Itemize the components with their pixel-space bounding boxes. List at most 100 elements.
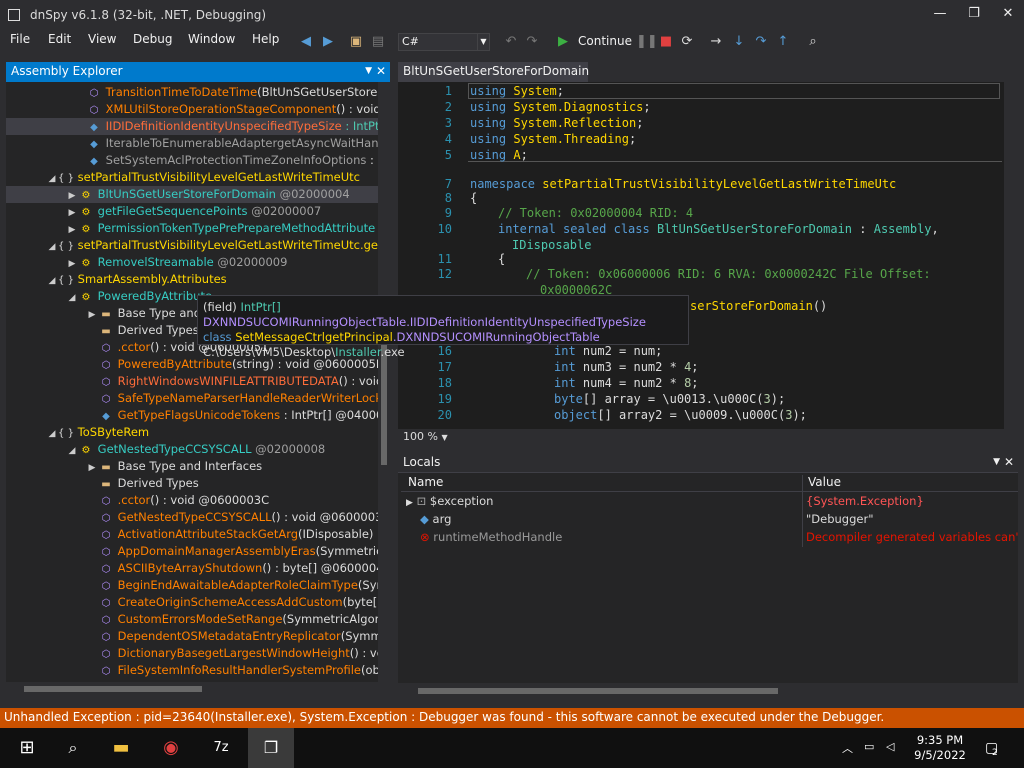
- locals-value[interactable]: {System.Exception}: [806, 492, 924, 510]
- tree-node-class[interactable]: ▶ ⚙ BltUnSGetUserStoreForDomain @02000004: [6, 186, 378, 203]
- close-panel-icon[interactable]: ✕: [1004, 453, 1014, 472]
- continue-button[interactable]: Continue: [578, 34, 632, 48]
- collapsed-arrow-icon[interactable]: ▶: [86, 307, 98, 324]
- menu-edit[interactable]: Edit: [48, 32, 71, 46]
- dropdown-icon[interactable]: ▼: [993, 453, 1000, 472]
- menu-debug[interactable]: Debug: [133, 32, 172, 46]
- forward-icon[interactable]: ▶: [320, 34, 336, 50]
- tree-node[interactable]: ◆ SetSystemAclProtectionTimeZoneInfoOpti…: [86, 152, 381, 169]
- editor-horizontal-scrollbar[interactable]: [460, 429, 1018, 443]
- tree-node-class[interactable]: ▶ ⚙ RemovelStreamable @02000009: [66, 254, 288, 271]
- search-icon[interactable]: ⌕: [50, 728, 96, 768]
- locals-value[interactable]: "Debugger": [806, 510, 874, 528]
- restart-icon[interactable]: ⟳: [679, 34, 695, 50]
- taskbar-clock[interactable]: 9:35 PM 9/5/2022: [912, 733, 968, 763]
- continue-icon[interactable]: ▶: [555, 34, 571, 50]
- language-select[interactable]: C# ▼: [398, 33, 490, 51]
- close-panel-icon[interactable]: ✕: [376, 62, 386, 81]
- tree-node-namespace[interactable]: ◢{ } ToSByteRem: [46, 424, 150, 443]
- expanded-arrow-icon[interactable]: ◢: [46, 273, 58, 290]
- line-number: 7: [444, 177, 452, 191]
- windows-start-icon[interactable]: ⊞: [4, 728, 50, 768]
- step-out-icon[interactable]: ↑: [775, 34, 791, 50]
- tree-node-selected[interactable]: ◆ IIDIDefinitionIdentityUnspecifiedTypeS…: [6, 118, 384, 135]
- search-icon[interactable]: ⌕: [805, 34, 821, 50]
- locals-value-error[interactable]: Decompiler generated variables can't be: [806, 528, 1018, 546]
- tree-node-class[interactable]: ▶ ⚙ getFileGetSequencePoints @02000007: [66, 203, 322, 220]
- chevron-up-icon[interactable]: ︿: [842, 740, 853, 756]
- expanded-arrow-icon[interactable]: ◢: [66, 443, 78, 460]
- chrome-icon[interactable]: ◉: [148, 728, 194, 768]
- tree-node[interactable]: ⬡ SafeTypeNameParserHandleReaderWriterLo…: [98, 390, 390, 407]
- tree-node-folder[interactable]: ▶ ▬ Base Type and Interfaces: [86, 458, 263, 477]
- tab-editor-document[interactable]: BltUnSGetUserStoreForDomain: [398, 62, 589, 82]
- tree-node[interactable]: ⬡ ASCIIByteArrayShutdown() : byte[] @060…: [98, 560, 390, 577]
- menu-help[interactable]: Help: [252, 32, 279, 46]
- line-number: 2: [444, 100, 452, 114]
- save-icon[interactable]: ▤: [370, 34, 386, 50]
- col-value-header[interactable]: Value: [808, 475, 841, 489]
- tree-node-class[interactable]: ▶ ⚙ PermissionTokenTypePrePrepareMethodAt…: [66, 220, 390, 237]
- tree-node[interactable]: ⬡ AppDomainManagerAssemblyEras(Symmetric…: [98, 543, 390, 560]
- open-icon[interactable]: ▣: [348, 34, 364, 50]
- tree-node[interactable]: ⬡ CustomErrorsModeSetRange(SymmetricAlgo…: [98, 611, 390, 628]
- back-icon[interactable]: ◀: [298, 34, 314, 50]
- stop-icon[interactable]: ■: [658, 34, 674, 50]
- menu-view[interactable]: View: [88, 32, 116, 46]
- expand-arrow-icon[interactable]: ▶: [406, 498, 413, 508]
- tree-node-class[interactable]: ◢ ⚙ GetNestedTypeCCSYSCALL @02000008: [66, 441, 326, 460]
- field-icon: ◆: [90, 139, 98, 150]
- tree-node[interactable]: ⬡ GetNestedTypeCCSYSCALL() : void @06000…: [98, 509, 390, 526]
- dnspy-taskbar-icon[interactable]: ❐: [248, 728, 294, 768]
- pause-icon[interactable]: ❚❚: [636, 34, 658, 50]
- tree-node[interactable]: ⬡ DependentOSMetadataEntryReplicator(Sym…: [98, 628, 390, 645]
- network-icon[interactable]: ▭: [864, 740, 874, 753]
- tree-node[interactable]: ⬡ ActivationAttributeStackGetArg(IDispos…: [98, 526, 390, 543]
- tree-node-folder[interactable]: ▬ Derived Types: [98, 475, 199, 492]
- expanded-arrow-icon[interactable]: ◢: [46, 239, 58, 256]
- tree-node-namespace[interactable]: ◢{ } setPartialTrustVisibilityLevelGetLa…: [46, 237, 390, 254]
- undo-icon[interactable]: ↶: [503, 34, 519, 50]
- tree-node[interactable]: ⬡ DictionaryBasegetLargestWindowHeight()…: [98, 645, 390, 662]
- locals-row[interactable]: ▶ ⊡ $exception: [406, 492, 493, 510]
- tree-node[interactable]: ⬡ CreateOriginSchemeAccessAddCustom(byte…: [98, 594, 390, 611]
- explorer-hscroll-thumb[interactable]: [24, 686, 202, 692]
- tree-node[interactable]: ⬡ FileSystemInfoResultHandlerSystemProfi…: [98, 662, 390, 679]
- tree-node[interactable]: ⬡ RightWindowsWINFILEATTRIBUTEDATA() : v…: [98, 373, 390, 390]
- menu-file[interactable]: File: [10, 32, 30, 46]
- code-line: byte[] array = \u0013.\u000C(3);: [554, 392, 786, 406]
- redo-icon[interactable]: ↷: [524, 34, 540, 50]
- tree-node[interactable]: ⬡ .cctor() : void @0600003C: [98, 492, 270, 509]
- zoom-select[interactable]: 100 % ▼: [398, 429, 458, 445]
- tree-node-namespace[interactable]: ◢{ } setPartialTrustVisibilityLevelGetLa…: [46, 169, 360, 186]
- locals-row[interactable]: ◆ arg: [420, 510, 451, 528]
- tree-node[interactable]: ⬡ TransitionTimeToDateTime(BltUnSGetUser…: [86, 84, 384, 101]
- 7zip-icon[interactable]: 7z: [198, 728, 244, 768]
- menu-window[interactable]: Window: [188, 32, 235, 46]
- tree-node[interactable]: ⬡ XMLUtilStoreOperationStageComponent() …: [86, 101, 381, 118]
- tree-node-namespace[interactable]: ◢{ } SmartAssembly.Attributes: [46, 271, 227, 288]
- collapsed-arrow-icon[interactable]: ▶: [86, 460, 98, 477]
- maximize-button[interactable]: ❐: [962, 4, 986, 24]
- step-over-icon[interactable]: ↷: [753, 34, 769, 50]
- volume-icon[interactable]: ◁: [886, 740, 894, 753]
- editor-vertical-scrollbar[interactable]: [1004, 82, 1018, 429]
- tree-node[interactable]: ◆ IterableToEnumerableAdaptergetAsyncWai…: [86, 135, 386, 152]
- line-number: 4: [444, 132, 452, 146]
- expanded-arrow-icon[interactable]: ◢: [66, 290, 78, 307]
- step-into-icon[interactable]: ↓: [731, 34, 747, 50]
- expanded-arrow-icon[interactable]: ◢: [46, 426, 58, 443]
- close-button[interactable]: ✕: [996, 4, 1020, 24]
- tree-node[interactable]: ⬡ BeginEndAwaitableAdapterRoleClaimType(…: [98, 577, 390, 594]
- tree-node-class[interactable]: ◢ ⚙ PoweredByAttribute: [66, 288, 213, 307]
- tree-node[interactable]: ◆ GetTypeFlagsUnicodeTokens : IntPtr[] @…: [98, 407, 390, 424]
- show-next-statement-icon[interactable]: →: [708, 34, 724, 50]
- locals-hscroll-thumb[interactable]: [418, 688, 778, 694]
- locals-row[interactable]: ⊗ runtimeMethodHandle: [420, 528, 562, 546]
- dropdown-icon[interactable]: ▼: [365, 62, 372, 81]
- method-icon: ⬡: [89, 105, 99, 116]
- col-name-header[interactable]: Name: [408, 475, 443, 489]
- file-explorer-icon[interactable]: ▬: [98, 728, 144, 768]
- minimize-button[interactable]: —: [928, 4, 952, 24]
- tree-node-folder[interactable]: ▬ Derived Types: [98, 322, 199, 339]
